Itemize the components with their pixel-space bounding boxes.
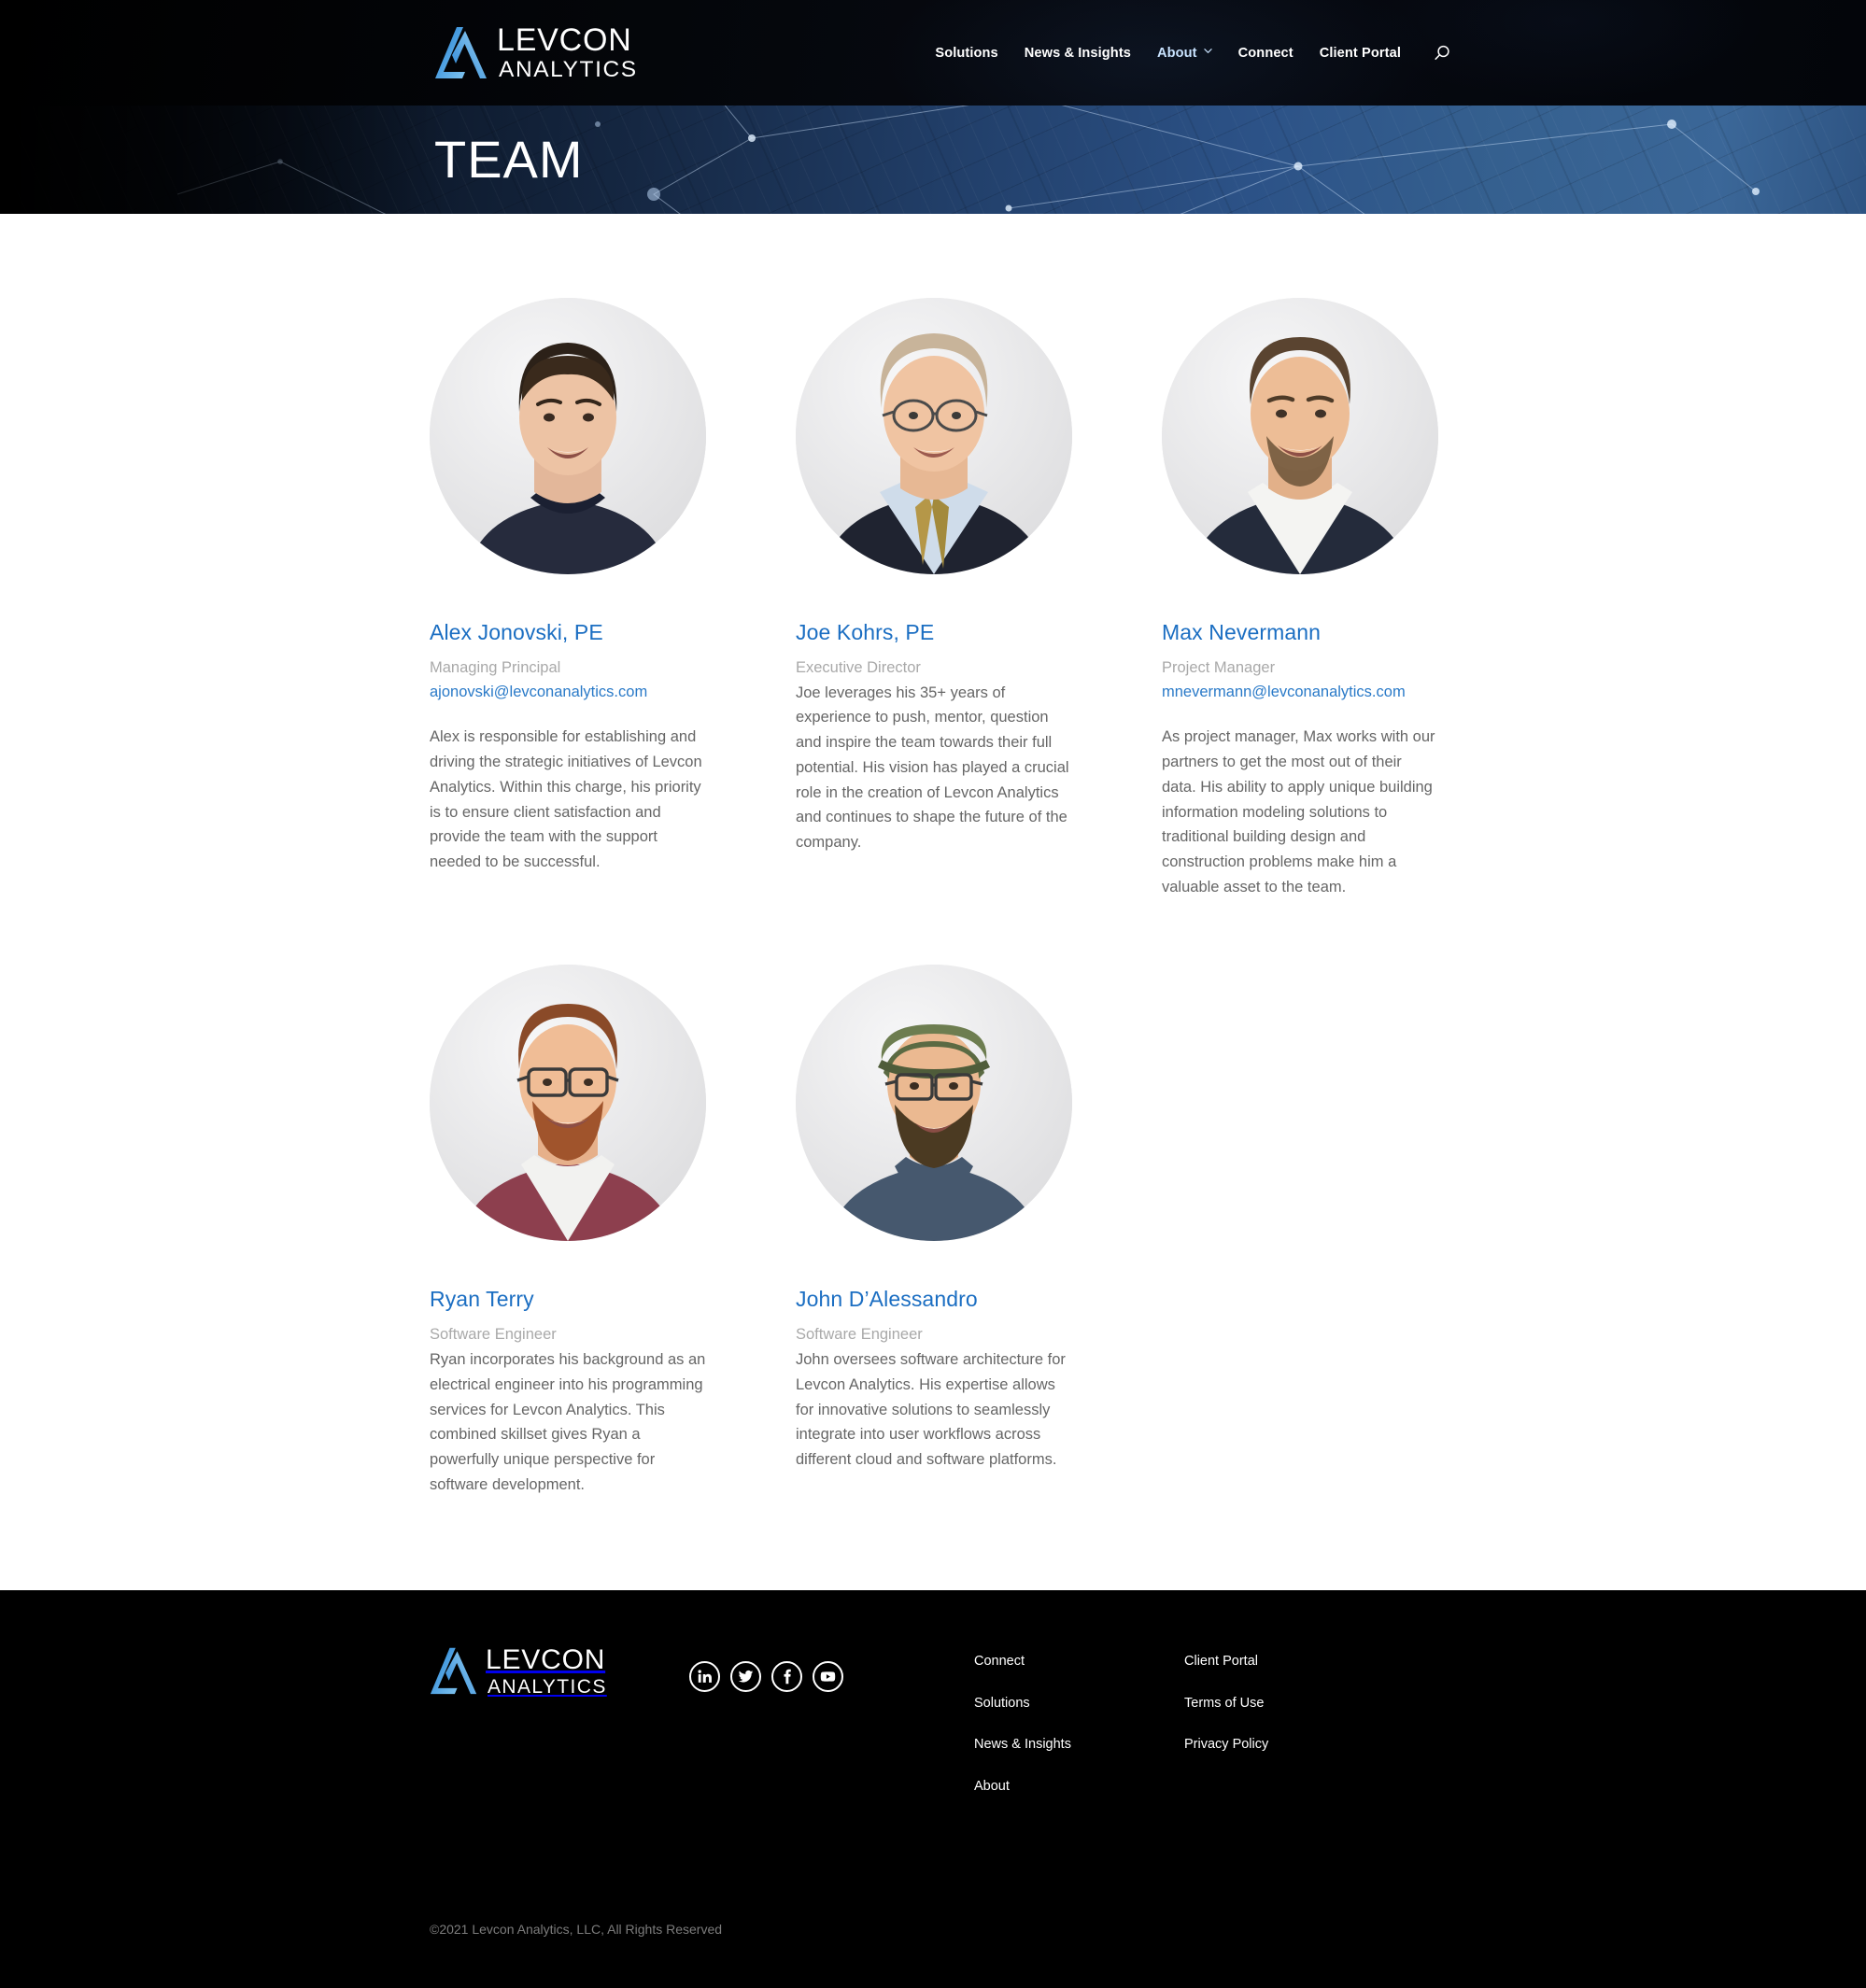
avatar [796, 965, 1072, 1242]
nav-item-solutions[interactable]: Solutions [922, 46, 1011, 61]
linkedin-icon[interactable] [689, 1661, 720, 1693]
page-title: TEAM [434, 130, 584, 189]
copyright-text: ©2021 Levcon Analytics, LLC, All Rights … [430, 1922, 723, 1938]
page-hero-banner: TEAM [0, 106, 1866, 214]
footer-link-client-portal[interactable]: Client Portal [1184, 1646, 1394, 1688]
footer-logo[interactable]: LEVCON ANALYTICS [430, 1646, 663, 1697]
search-icon[interactable] [1429, 40, 1455, 66]
footer-link-about[interactable]: About [974, 1771, 1184, 1813]
avatar [796, 298, 1072, 574]
avatar [430, 965, 706, 1242]
nav-label: News & Insights [1024, 45, 1131, 61]
member-role: Software Engineer [796, 1326, 923, 1344]
nav-label: Solutions [935, 45, 998, 61]
footer-link-terms-of-use[interactable]: Terms of Use [1184, 1688, 1394, 1730]
footer-link-connect[interactable]: Connect [974, 1646, 1184, 1688]
logo-secondary-text: ANALYTICS [499, 56, 638, 82]
team-grid: Alex Jonovski, PE Managing Principal ajo… [430, 298, 1438, 1497]
levcon-logo-mark-icon [430, 1646, 478, 1697]
site-header: LEVCON ANALYTICS Solutions News & Insigh… [0, 0, 1866, 106]
hero-network-overlay [177, 106, 1760, 214]
avatar [1162, 298, 1438, 574]
logo-primary-text: LEVCON [497, 21, 632, 58]
footer-column-one: Connect Solutions News & Insights About [974, 1646, 1184, 1812]
site-footer: LEVCON ANALYTICS Connect Solutions News … [0, 1590, 1866, 1988]
member-role: Project Manager [1162, 658, 1276, 676]
member-bio: As project manager, Max works with our p… [1162, 728, 1435, 895]
footer-link-solutions[interactable]: Solutions [974, 1688, 1184, 1730]
hero-left-fade [0, 106, 448, 214]
member-name[interactable]: Max Nevermann [1162, 619, 1438, 647]
footer-link-news-insights[interactable]: News & Insights [974, 1729, 1184, 1771]
team-member-card: John D’Alessandro Software Engineer John… [796, 965, 1072, 1497]
youtube-icon[interactable] [813, 1661, 843, 1693]
member-name[interactable]: John D’Alessandro [796, 1286, 1072, 1314]
member-bio: Ryan incorporates his background as an e… [430, 1351, 706, 1493]
footer-logo-secondary-text: ANALYTICS [488, 1676, 607, 1699]
nav-item-news-insights[interactable]: News & Insights [1011, 46, 1144, 61]
primary-navigation: Solutions News & Insights About Connect … [922, 40, 1455, 66]
team-member-card: Joe Kohrs, PE Executive Director Joe lev… [796, 298, 1072, 899]
site-logo[interactable]: LEVCON ANALYTICS [434, 24, 638, 82]
chevron-down-icon [1203, 47, 1212, 55]
member-name[interactable]: Ryan Terry [430, 1286, 706, 1314]
nav-label: About [1157, 45, 1197, 61]
nav-item-about[interactable]: About [1144, 46, 1225, 61]
footer-link-privacy-policy[interactable]: Privacy Policy [1184, 1729, 1394, 1771]
member-email-link[interactable]: mnevermann@levconanalytics.com [1162, 681, 1438, 704]
team-member-card: Ryan Terry Software Engineer Ryan incorp… [430, 965, 706, 1497]
avatar [430, 298, 706, 574]
member-name[interactable]: Joe Kohrs, PE [796, 619, 1072, 647]
footer-link-columns: Connect Solutions News & Insights About … [974, 1646, 1394, 1812]
social-links [689, 1661, 843, 1693]
footer-column-two: Client Portal Terms of Use Privacy Polic… [1184, 1646, 1394, 1812]
facebook-icon[interactable] [771, 1661, 802, 1693]
nav-label: Connect [1237, 45, 1293, 61]
member-bio: Alex is responsible for establishing and… [430, 728, 702, 870]
team-member-card: Alex Jonovski, PE Managing Principal ajo… [430, 298, 706, 899]
member-role: Software Engineer [430, 1326, 557, 1344]
member-name[interactable]: Alex Jonovski, PE [430, 619, 706, 647]
footer-logo-primary-text: LEVCON [486, 1644, 606, 1676]
member-bio: John oversees software architecture for … [796, 1351, 1066, 1468]
nav-label: Client Portal [1319, 45, 1401, 61]
twitter-icon[interactable] [730, 1661, 761, 1693]
hero-building-texture [0, 106, 1866, 214]
member-role: Executive Director [796, 658, 921, 676]
nav-item-client-portal[interactable]: Client Portal [1307, 46, 1414, 61]
member-email-link[interactable]: ajonovski@levconanalytics.com [430, 681, 706, 704]
team-section: Alex Jonovski, PE Managing Principal ajo… [0, 214, 1866, 1591]
levcon-logo-mark-icon [434, 25, 488, 81]
member-bio: Joe leverages his 35+ years of experienc… [796, 684, 1069, 851]
member-role: Managing Principal [430, 658, 561, 676]
team-member-card: Max Nevermann Project Manager mnevermann… [1162, 298, 1438, 899]
nav-item-connect[interactable]: Connect [1225, 46, 1307, 61]
